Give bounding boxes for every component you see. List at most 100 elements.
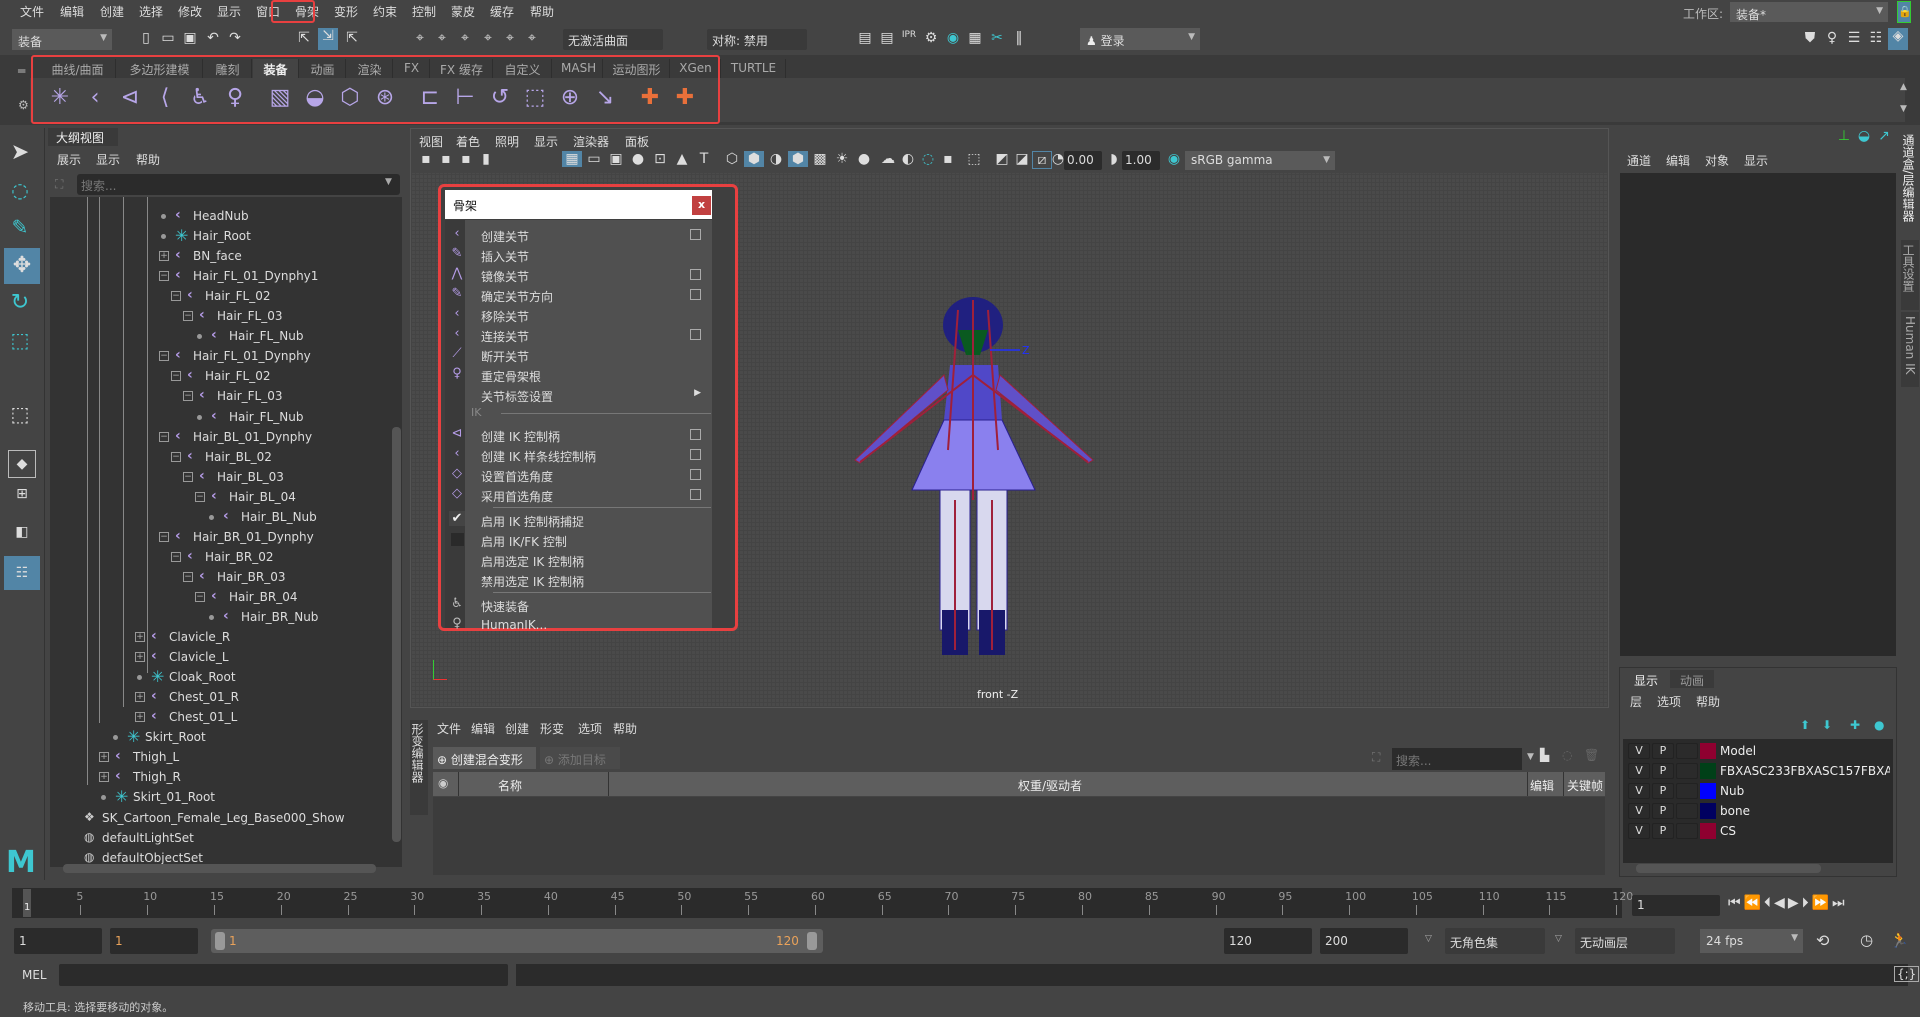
select-component-icon[interactable]: ⇱ [342, 30, 362, 46]
attribute-editor-icon[interactable]: ☰ [1844, 30, 1864, 46]
expand-panel-icon[interactable]: ↗ [1874, 128, 1894, 144]
range-inner-start-field[interactable]: 1 [110, 928, 198, 954]
go-to-start-icon[interactable]: ⏮ [1728, 895, 1744, 911]
column-header-1[interactable]: 权重/驱动者 [610, 777, 1490, 794]
color-space-dropdown[interactable]: sRGB gamma [1185, 151, 1335, 170]
render-setup-icon[interactable]: ▦ [965, 30, 985, 46]
collapse-icon[interactable]: − [183, 311, 193, 322]
expand-icon[interactable]: + [135, 712, 145, 723]
checkmark-icon[interactable]: ✔ [449, 511, 465, 526]
option-box-icon[interactable] [690, 429, 701, 440]
blend-search-input[interactable]: 搜索... [1392, 748, 1522, 770]
collapse-icon[interactable]: − [159, 431, 169, 442]
outliner-item[interactable]: − ‹ Hair_BR_04 [0, 587, 400, 607]
playback-toggle[interactable]: P [1652, 803, 1674, 819]
visibility-toggle[interactable]: V [1628, 823, 1650, 839]
move-layer-up-icon[interactable]: ⬆ [1800, 718, 1810, 732]
outliner-item[interactable]: ✳ Skirt_01_Root [0, 787, 400, 807]
skeleton-menu-item[interactable]: ⋀ 镜像关节 [445, 265, 711, 285]
expand-icon[interactable]: + [99, 752, 109, 763]
outliner-item[interactable]: ‹ Hair_FL_Nub [0, 407, 400, 427]
anti-alias-icon[interactable]: ◌ [918, 151, 938, 167]
menu-5[interactable]: 显示 [217, 3, 241, 20]
outliner-item[interactable]: ✳ Cloak_Root [0, 667, 400, 687]
blend-menu-2[interactable]: 创建 [505, 720, 529, 737]
new-scene-icon[interactable]: ▯ [136, 30, 156, 46]
render-view-icon[interactable]: ▤ [855, 30, 875, 46]
layer-color-swatch[interactable] [1700, 783, 1716, 799]
layer-color-swatch[interactable] [1700, 823, 1716, 839]
ipr-render-icon[interactable]: IPR [899, 30, 919, 40]
outliner-item[interactable]: − ‹ Hair_BL_04 [0, 487, 400, 507]
viewport-menu-5[interactable]: 面板 [625, 133, 649, 150]
layer-menu-0[interactable]: 层 [1630, 693, 1642, 710]
skeleton-menu-item[interactable]: ⊲ 创建 IK 控制柄 [445, 425, 711, 445]
save-scene-icon[interactable]: ▣ [180, 30, 200, 46]
snap-point-icon[interactable]: ⌖ [455, 30, 475, 46]
collapse-icon[interactable]: − [195, 591, 205, 602]
outliner-item[interactable]: − ‹ Hair_BR_01_Dynphy [0, 527, 400, 547]
move-manipulator-icon[interactable]: ⊥ [1834, 128, 1854, 144]
new-layer-icon[interactable]: ✚ [1850, 718, 1860, 732]
menu-2[interactable]: 创建 [100, 3, 124, 20]
grid-icon[interactable]: ▦ [562, 151, 582, 167]
expand-icon[interactable]: + [135, 692, 145, 703]
skeleton-menu-item[interactable]: ◇ 采用首选角度 [445, 485, 711, 505]
shelf-scroll-down[interactable]: ▼ [1900, 104, 1907, 114]
collapse-icon[interactable]: − [159, 531, 169, 542]
visibility-column-icon[interactable]: ◉ [438, 776, 448, 790]
option-box-icon[interactable] [690, 469, 701, 480]
safe-title-icon[interactable]: T [694, 151, 714, 167]
outliner-item[interactable]: + ‹ BN_face [0, 246, 400, 266]
snap-curve-icon[interactable]: ⌖ [432, 30, 452, 46]
step-forward-key-icon[interactable]: ⏩ [1812, 895, 1832, 911]
outliner-item[interactable]: ❖ SK_Cartoon_Female_Leg_Base000_Show [0, 808, 400, 828]
playback-toggle[interactable]: P [1652, 763, 1674, 779]
range-end-field[interactable]: 200 [1320, 928, 1408, 954]
visibility-toggle[interactable]: V [1628, 783, 1650, 799]
outliner-filter-icon[interactable]: ⛶ [55, 177, 63, 192]
workspace-dropdown[interactable]: 装备* [1730, 2, 1888, 22]
pause-icon[interactable]: ‖ [1009, 30, 1029, 46]
cache-playback-icon[interactable]: ◷ [1860, 931, 1873, 949]
option-box-icon[interactable] [690, 229, 701, 240]
range-slider[interactable]: 1 120 [211, 929, 823, 953]
blend-menu-1[interactable]: 编辑 [471, 720, 495, 737]
new-layer-selected-icon[interactable]: ● [1874, 718, 1884, 732]
step-back-frame-icon[interactable]: ⏴ [1764, 895, 1774, 911]
layer-row[interactable]: V P Model [1624, 743, 1890, 762]
outliner-item[interactable]: + ‹ Thigh_L [0, 747, 400, 767]
new-shape-icon[interactable]: ▙ [1540, 748, 1549, 762]
redo-icon[interactable]: ↷ [225, 30, 245, 46]
collapse-icon[interactable]: − [159, 351, 169, 362]
anim-layer-arrow-icon[interactable]: ▽ [1555, 934, 1562, 944]
skeleton-menu-item[interactable]: ◇ 设置首选角度 [445, 465, 711, 485]
menu-3[interactable]: 选择 [139, 3, 163, 20]
outliner-item[interactable]: ✳ Skirt_Root [0, 727, 400, 747]
reference-toggle[interactable] [1676, 783, 1698, 799]
camera-attr-icon[interactable]: ▪ [456, 151, 476, 167]
camera-lock-icon[interactable]: ▪ [436, 151, 456, 167]
close-menu-button[interactable]: x [692, 196, 711, 215]
bookmark-icon[interactable]: ▮ [476, 151, 496, 167]
move-layer-down-icon[interactable]: ⬇ [1822, 718, 1832, 732]
shelf-settings-icon[interactable]: ⚙ [18, 98, 29, 112]
character-set-arrow-icon[interactable]: ▽ [1425, 934, 1432, 944]
column-header-2[interactable]: 编辑 [1530, 777, 1554, 794]
skeleton-menu-item[interactable]: ⟋ 断开关节 [445, 345, 711, 365]
symmetry-field[interactable]: 对称: 禁用 [707, 29, 807, 50]
layer-menu-2[interactable]: 帮助 [1696, 693, 1720, 710]
character-model[interactable]: Z [840, 280, 1140, 680]
reference-toggle[interactable] [1676, 743, 1698, 759]
anim-preferences-icon[interactable]: 🏃 [1890, 931, 1909, 949]
menu-4[interactable]: 修改 [178, 3, 202, 20]
wireframe-on-shaded-icon[interactable]: ⬢ [788, 151, 808, 167]
shadows-icon[interactable]: ● [854, 151, 874, 167]
outliner-item[interactable]: − ‹ Hair_BL_03 [0, 467, 400, 487]
outliner-item[interactable]: − ‹ Hair_BL_02 [0, 447, 400, 467]
outliner-menu-2[interactable]: 帮助 [136, 151, 160, 168]
shelf-scroll-up[interactable]: ▲ [1900, 82, 1907, 92]
modeling-toolkit-icon[interactable]: ⛊ [1800, 30, 1820, 46]
collapse-icon[interactable]: − [183, 471, 193, 482]
skeleton-menu-item[interactable]: ♀ 重定骨架根 [445, 365, 711, 385]
